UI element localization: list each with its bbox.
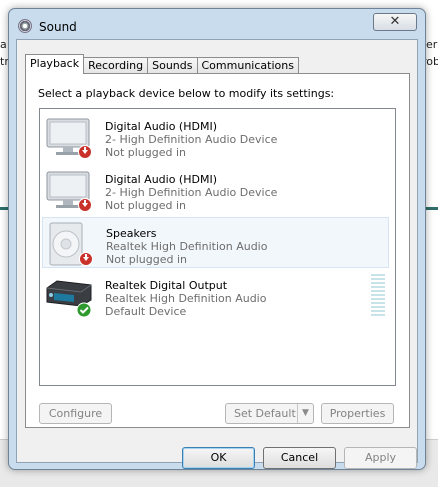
tab-communications[interactable]: Communications — [196, 57, 299, 74]
cancel-button[interactable]: Cancel — [263, 447, 336, 469]
instruction-text: Select a playback device below to modify… — [38, 87, 335, 100]
tab-recording[interactable]: Recording — [83, 57, 149, 74]
tab-strip: Playback Recording Sounds Communications — [25, 54, 299, 74]
close-button[interactable]: ✕ — [373, 13, 417, 31]
device-list[interactable]: Digital Audio (HDMI) 2- High Definition … — [39, 108, 396, 386]
receiver-icon — [46, 280, 92, 318]
red-down-arrow-icon — [78, 145, 92, 159]
set-default-label: Set Default — [234, 407, 296, 420]
title-bar[interactable]: Sound ✕ — [9, 9, 425, 39]
configure-button[interactable]: Configure — [39, 403, 112, 424]
close-icon: ✕ — [389, 14, 401, 29]
dialog-client-area: Playback Recording Sounds Communications… — [16, 39, 418, 469]
red-down-arrow-icon — [78, 198, 92, 212]
device-description: Realtek High Definition Audio — [106, 240, 268, 253]
sound-app-icon — [18, 19, 32, 33]
device-status: Not plugged in — [105, 199, 187, 212]
device-status: Not plugged in — [106, 253, 188, 266]
chevron-down-icon[interactable]: ▼ — [297, 404, 313, 423]
device-name: Digital Audio (HDMI) — [105, 120, 217, 133]
device-status: Not plugged in — [105, 146, 187, 159]
device-name: Digital Audio (HDMI) — [105, 173, 217, 186]
device-item-selected[interactable]: Speakers Realtek High Definition Audio N… — [42, 217, 389, 268]
background-divider — [426, 207, 438, 210]
device-description: 2- High Definition Audio Device — [105, 133, 278, 146]
device-item[interactable]: Digital Audio (HDMI) 2- High Definition … — [42, 111, 389, 162]
window-title: Sound — [39, 20, 77, 34]
red-down-arrow-icon — [79, 252, 93, 266]
background-text: er, — [426, 38, 438, 51]
speaker-icon — [49, 222, 93, 266]
ok-button[interactable]: OK — [182, 447, 255, 469]
monitor-icon — [46, 171, 92, 212]
tab-playback[interactable]: Playback — [25, 54, 85, 74]
properties-button[interactable]: Properties — [321, 403, 394, 424]
green-check-icon — [76, 302, 92, 318]
set-default-button[interactable]: Set Default ▼ — [225, 403, 314, 424]
background-text: a — [0, 38, 7, 51]
device-name: Speakers — [106, 227, 157, 240]
monitor-icon — [46, 118, 92, 159]
volume-level-meter — [371, 274, 385, 316]
device-description: Realtek High Definition Audio — [105, 292, 267, 305]
device-description: 2- High Definition Audio Device — [105, 186, 278, 199]
playback-panel: Select a playback device below to modify… — [25, 73, 410, 428]
sound-dialog: Sound ✕ Playback Recording Sounds Commun… — [8, 8, 426, 470]
apply-button[interactable]: Apply — [344, 447, 417, 469]
device-status: Default Device — [105, 305, 187, 318]
device-item[interactable]: Realtek Digital Output Realtek High Defi… — [42, 270, 389, 321]
device-item[interactable]: Digital Audio (HDMI) 2- High Definition … — [42, 164, 389, 215]
tab-sounds[interactable]: Sounds — [147, 57, 198, 74]
device-name: Realtek Digital Output — [105, 279, 228, 292]
